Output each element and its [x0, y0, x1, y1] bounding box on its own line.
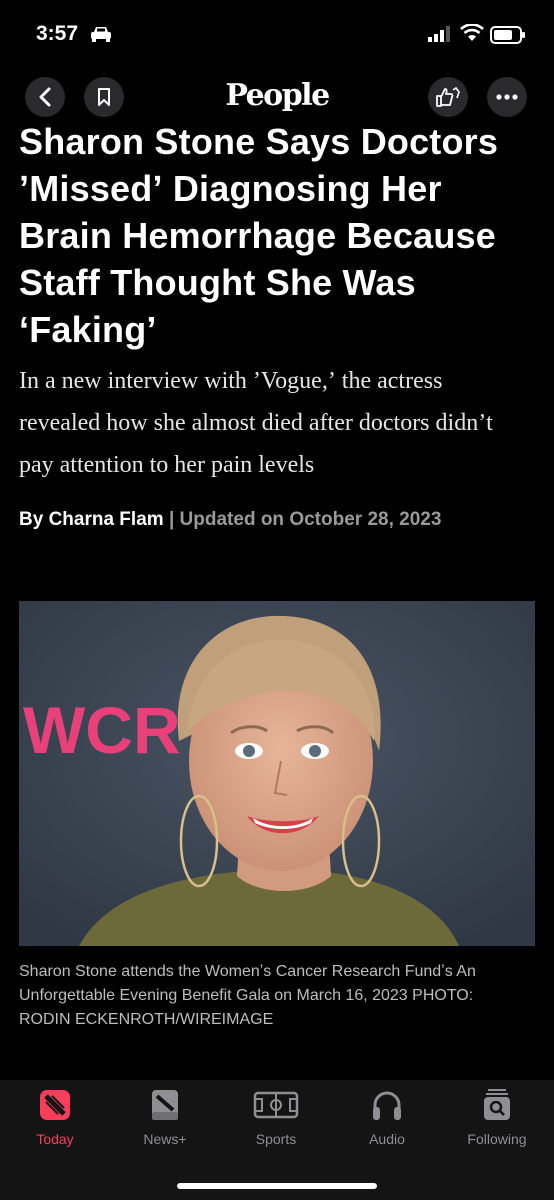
- article-photo[interactable]: WCR: [19, 601, 535, 946]
- cellular-signal-icon: [428, 26, 450, 42]
- author-name[interactable]: By Charna Flam: [19, 509, 164, 530]
- byline-separator: |: [168, 509, 175, 530]
- thumbs-up-down-icon: [436, 86, 460, 107]
- portrait-image: WCR: [19, 601, 535, 946]
- suggest-more-less-button[interactable]: [428, 77, 468, 117]
- tab-audio[interactable]: Audio: [337, 1088, 437, 1147]
- headphones-icon: [373, 1091, 401, 1120]
- wifi-icon: [460, 24, 484, 41]
- tab-news-plus[interactable]: News+: [115, 1088, 215, 1147]
- battery-icon: [490, 26, 525, 44]
- apple-news-icon: [40, 1090, 70, 1120]
- tab-label: News+: [143, 1131, 187, 1147]
- tab-label: Sports: [255, 1131, 297, 1147]
- more-options-button[interactable]: [487, 77, 527, 117]
- tab-label: Following: [467, 1131, 527, 1147]
- home-indicator[interactable]: [177, 1183, 377, 1189]
- news-plus-icon: [152, 1090, 178, 1120]
- sports-icon: [253, 1091, 299, 1119]
- article-dek: In a new interview with ʼVogue,ʼ the act…: [19, 368, 493, 478]
- ellipsis-icon: [496, 94, 518, 100]
- tab-label: Today: [36, 1131, 74, 1147]
- byline: By Charna Flam | Updated on October 28, …: [19, 509, 441, 531]
- updated-date: Updated on October 28, 2023: [179, 509, 442, 530]
- status-bar: 3:57: [0, 0, 554, 70]
- tab-today[interactable]: Today: [5, 1088, 105, 1147]
- status-time: 3:57: [36, 22, 79, 45]
- article-headline: Sharon Stone Says Doctors ʼMissedʼ Diagn…: [19, 121, 499, 350]
- tab-bar: Today News+ Sports Audio Following: [0, 1080, 554, 1200]
- backdrop-sign-text: WCR: [23, 693, 181, 767]
- following-icon: [484, 1089, 510, 1120]
- tab-following[interactable]: Following: [447, 1088, 547, 1147]
- car-icon: [91, 27, 111, 42]
- tab-sports[interactable]: Sports: [226, 1088, 326, 1147]
- publication-logo[interactable]: People: [0, 78, 554, 113]
- photo-caption: Sharon Stone attends the Womenʼs Cancer …: [19, 963, 476, 1028]
- tab-label: Audio: [369, 1131, 405, 1147]
